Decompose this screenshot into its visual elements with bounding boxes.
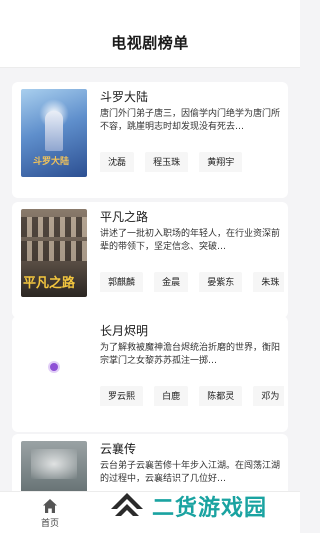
actor-tag[interactable]: 晏紫东 <box>199 272 243 292</box>
actor-tag[interactable]: 郭麒麟 <box>100 272 144 292</box>
tab-home[interactable]: 首页 <box>22 496 78 532</box>
drama-description: 讲述了一批初入职场的年轻人，在行业资深前辈的带领下，坚定信念、突破… <box>100 229 280 252</box>
watermark-logo-icon <box>111 493 143 516</box>
actor-list: 郭麒麟 金晨 晏紫东 朱珠 <box>100 270 284 292</box>
poster-figure <box>45 111 63 151</box>
actor-tag[interactable]: 黄翔宇 <box>199 152 243 172</box>
drama-description: 云台弟子云襄苦修十年步入江湖。在闯荡江湖的过程中，云襄结识了几位好… <box>100 461 280 484</box>
drama-poster[interactable]: 平凡之路 <box>21 209 87 297</box>
watermark-text: 二货游戏园 <box>152 496 268 521</box>
drama-poster[interactable]: 斗罗大陆 <box>21 89 87 177</box>
actor-tag[interactable]: 朱珠 <box>253 272 284 292</box>
actor-list: 沈磊 程玉珠 黄翔宇 <box>100 150 284 172</box>
loading-spinner-icon <box>50 363 58 371</box>
drama-card[interactable]: 云襄传 云台弟子云襄苦修十年步入江湖。在闯荡江湖的过程中，云襄结识了几位好… <box>12 434 288 491</box>
actor-tag[interactable]: 白鹿 <box>154 386 189 406</box>
actor-tag[interactable]: 邓为 <box>253 386 284 406</box>
drama-card[interactable]: 长月烬明 为了解救被魔神澹台烬统治折磨的世界，衡阳宗掌门之女黎苏苏孤注一掷… 罗… <box>12 316 288 432</box>
drama-description: 为了解救被魔神澹台烬统治折磨的世界，衡阳宗掌门之女黎苏苏孤注一掷… <box>100 343 280 366</box>
actor-tag[interactable]: 陈都灵 <box>199 386 243 406</box>
page-title: 电视剧榜单 <box>111 34 189 52</box>
drama-title[interactable]: 斗罗大陆 <box>100 88 148 105</box>
site-watermark: 二货游戏园 <box>108 484 294 528</box>
drama-description: 唐门外门弟子唐三，因偷学内门绝学为唐门所不容，跳崖明志时却发现没有死去… <box>100 109 280 132</box>
drama-card[interactable]: 斗罗大陆 斗罗大陆 唐门外门弟子唐三，因偷学内门绝学为唐门所不容，跳崖明志时却发… <box>12 82 288 198</box>
drama-card[interactable]: 平凡之路 平凡之路 讲述了一批初入职场的年轻人，在行业资深前辈的带领下，坚定信念… <box>12 202 288 318</box>
drama-poster[interactable] <box>21 441 87 491</box>
tab-home-label: 首页 <box>40 519 59 529</box>
drama-title[interactable]: 长月烬明 <box>100 322 148 339</box>
poster-mist <box>31 449 77 479</box>
drama-title[interactable]: 平凡之路 <box>100 208 148 225</box>
drama-list[interactable]: 斗罗大陆 斗罗大陆 唐门外门弟子唐三，因偷学内门绝学为唐门所不容，跳崖明志时却发… <box>0 68 300 491</box>
home-icon <box>43 499 57 513</box>
actor-tag[interactable]: 罗云熙 <box>100 386 144 406</box>
page-header: 电视剧榜单 <box>0 0 300 68</box>
actor-tag[interactable]: 沈磊 <box>100 152 135 172</box>
actor-tag[interactable]: 金晨 <box>154 272 189 292</box>
actor-tag[interactable]: 程玉珠 <box>145 152 189 172</box>
poster-logo: 平凡之路 <box>23 276 76 291</box>
drama-title[interactable]: 云襄传 <box>100 440 136 457</box>
actor-list: 罗云熙 白鹿 陈都灵 邓为 <box>100 384 284 406</box>
drama-poster[interactable] <box>21 323 87 411</box>
poster-crowd <box>21 241 87 261</box>
poster-crowd <box>21 217 87 237</box>
poster-logo: 斗罗大陆 <box>33 157 70 167</box>
